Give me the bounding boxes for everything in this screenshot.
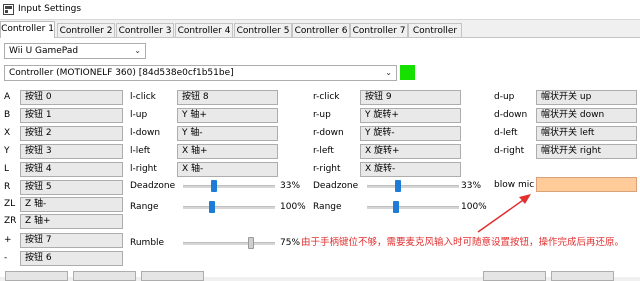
settings-panel: Wii U GamePad ⌄ Controller (MOTIONELF 36… xyxy=(0,37,640,281)
controller-icon xyxy=(3,4,14,15)
tab-controller-4[interactable]: Controller 4 xyxy=(175,23,233,37)
window-title: Input Settings xyxy=(18,4,82,14)
tab-controller-3[interactable]: Controller 3 xyxy=(116,23,174,37)
bottom-button-1[interactable] xyxy=(5,271,68,281)
tab-controller-2[interactable]: Controller 2 xyxy=(57,23,115,37)
bottom-button-5[interactable] xyxy=(551,271,614,281)
tab-controller-6[interactable]: Controller 6 xyxy=(292,23,350,37)
title-bar: Input Settings xyxy=(0,0,640,20)
tab-controller-5[interactable]: Controller 5 xyxy=(234,23,292,37)
tab-controller-1[interactable]: Controller 1 xyxy=(0,21,55,38)
tab-controller-7[interactable]: Controller 7 xyxy=(350,23,408,37)
tab-controller-8[interactable]: Controller 8 xyxy=(408,23,462,50)
bottom-button-3[interactable] xyxy=(141,271,204,281)
annotation-note: 由于手柄键位不够，需要麦克风输入时可随意设置按钮，操作完成后再还原。 xyxy=(301,237,625,248)
controller-tabs: Controller 1 Controller 2 Controller 3 C… xyxy=(0,21,640,50)
bottom-button-4[interactable] xyxy=(483,271,546,281)
bottom-button-2[interactable] xyxy=(73,271,136,281)
